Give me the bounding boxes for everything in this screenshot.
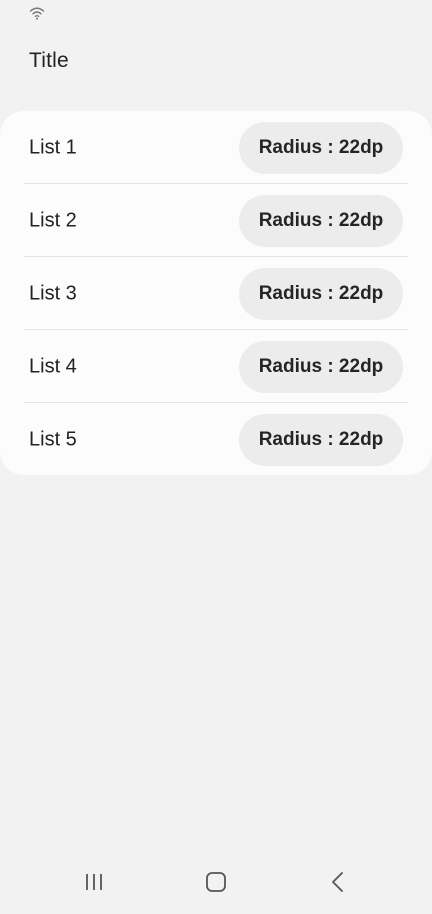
list-card: List 1 Radius : 22dp List 2 Radius : 22d…	[0, 111, 432, 475]
radius-button[interactable]: Radius : 22dp	[239, 194, 403, 247]
screen: Title List 1 Radius : 22dp List 2 Radius…	[0, 0, 432, 914]
list-item: List 5 Radius : 22dp	[0, 403, 432, 476]
list-item-label: List 3	[29, 282, 77, 304]
radius-button[interactable]: Radius : 22dp	[239, 121, 403, 174]
list-item: List 3 Radius : 22dp	[0, 257, 432, 330]
recent-apps-icon	[83, 872, 105, 897]
navigation-bar	[0, 854, 432, 914]
list-item-label: List 5	[29, 428, 77, 450]
back-icon	[328, 871, 348, 898]
home-button[interactable]	[194, 864, 238, 904]
page-title: Title	[29, 49, 69, 72]
list-item: List 4 Radius : 22dp	[0, 330, 432, 403]
radius-button[interactable]: Radius : 22dp	[239, 267, 403, 320]
list-item: List 1 Radius : 22dp	[0, 111, 432, 184]
list-item-label: List 1	[29, 136, 77, 158]
recent-apps-button[interactable]	[72, 864, 116, 904]
radius-button[interactable]: Radius : 22dp	[239, 340, 403, 393]
wifi-icon	[29, 6, 45, 20]
back-button[interactable]	[316, 864, 360, 904]
list-item-label: List 4	[29, 355, 77, 377]
status-bar	[0, 0, 432, 26]
home-icon	[205, 871, 227, 898]
radius-button[interactable]: Radius : 22dp	[239, 413, 403, 466]
list-item-label: List 2	[29, 209, 77, 231]
list-item: List 2 Radius : 22dp	[0, 184, 432, 257]
